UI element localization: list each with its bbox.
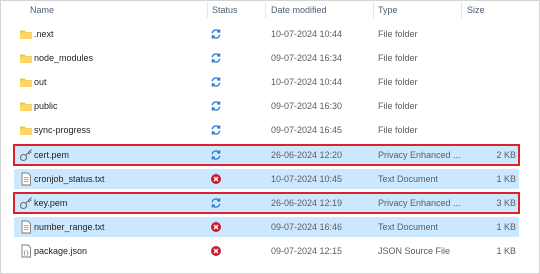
file-size: 1 KB bbox=[496, 246, 516, 256]
column-header-type[interactable]: Type bbox=[378, 3, 398, 17]
file-size bbox=[468, 48, 516, 68]
error-icon bbox=[210, 245, 222, 257]
file-type: Privacy Enhanced ... bbox=[378, 198, 461, 208]
file-row[interactable]: node_modules 09-07-2024 16:34 File folde… bbox=[14, 48, 519, 68]
column-header: Name Status Date modified Type Size bbox=[0, 0, 540, 20]
error-icon bbox=[210, 221, 222, 233]
text-file-icon bbox=[19, 220, 33, 234]
sync-icon bbox=[210, 52, 222, 64]
file-name: sync-progress bbox=[34, 125, 91, 135]
file-name: number_range.txt bbox=[34, 222, 105, 232]
svg-text:{}: {} bbox=[23, 250, 30, 256]
file-row[interactable]: sync-progress 09-07-2024 16:45 File fold… bbox=[14, 120, 519, 140]
json-file-icon: {} bbox=[19, 244, 33, 258]
column-divider[interactable] bbox=[207, 2, 208, 18]
sync-icon bbox=[210, 100, 222, 112]
file-type: Text Document bbox=[378, 222, 439, 232]
file-name: node_modules bbox=[34, 53, 94, 63]
file-type: File folder bbox=[378, 125, 418, 135]
sync-icon bbox=[210, 149, 222, 161]
file-name: package.json bbox=[34, 246, 88, 256]
folder-icon bbox=[19, 27, 33, 41]
file-type: File folder bbox=[378, 101, 418, 111]
file-name: public bbox=[34, 101, 58, 111]
file-row[interactable]: key.pem 26-06-2024 12:19 Privacy Enhance… bbox=[13, 192, 520, 214]
column-header-date-modified[interactable]: Date modified bbox=[271, 3, 327, 17]
sync-icon bbox=[210, 76, 222, 88]
file-type: File folder bbox=[378, 77, 418, 87]
folder-icon bbox=[19, 75, 33, 89]
file-name: cert.pem bbox=[34, 150, 70, 160]
text-file-icon bbox=[19, 172, 33, 186]
file-type: JSON Source File bbox=[378, 246, 451, 256]
sync-icon bbox=[210, 124, 222, 136]
file-row[interactable]: cronjob_status.txt 10-07-2024 10:45 Text… bbox=[14, 169, 519, 189]
file-size bbox=[468, 24, 516, 44]
file-row[interactable]: out 10-07-2024 10:44 File folder bbox=[14, 72, 519, 92]
column-header-name[interactable]: Name bbox=[30, 3, 54, 17]
file-size: 1 KB bbox=[496, 174, 516, 184]
sync-icon bbox=[210, 28, 222, 40]
file-type: File folder bbox=[378, 29, 418, 39]
file-date-modified: 09-07-2024 12:15 bbox=[271, 246, 343, 256]
certificate-file-icon bbox=[19, 148, 33, 162]
column-header-status[interactable]: Status bbox=[212, 3, 238, 17]
file-size bbox=[468, 96, 516, 116]
file-size: 2 KB bbox=[496, 150, 516, 160]
file-type: Privacy Enhanced ... bbox=[378, 150, 461, 160]
column-header-size[interactable]: Size bbox=[467, 3, 485, 17]
column-divider[interactable] bbox=[461, 2, 462, 18]
file-date-modified: 10-07-2024 10:45 bbox=[271, 174, 343, 184]
folder-icon bbox=[19, 123, 33, 137]
file-date-modified: 26-06-2024 12:20 bbox=[271, 150, 343, 160]
column-divider[interactable] bbox=[265, 2, 266, 18]
file-size: 3 KB bbox=[496, 198, 516, 208]
certificate-file-icon bbox=[19, 196, 33, 210]
file-row[interactable]: public 09-07-2024 16:30 File folder bbox=[14, 96, 519, 116]
folder-icon bbox=[19, 99, 33, 113]
file-size: 1 KB bbox=[496, 222, 516, 232]
file-name: cronjob_status.txt bbox=[34, 174, 105, 184]
file-size bbox=[468, 120, 516, 140]
file-type: File folder bbox=[378, 53, 418, 63]
column-divider[interactable] bbox=[373, 2, 374, 18]
file-date-modified: 10-07-2024 10:44 bbox=[271, 77, 343, 87]
file-row[interactable]: .next 10-07-2024 10:44 File folder bbox=[14, 24, 519, 44]
file-row[interactable]: number_range.txt 09-07-2024 16:46 Text D… bbox=[14, 217, 519, 237]
file-date-modified: 09-07-2024 16:34 bbox=[271, 53, 343, 63]
file-row[interactable]: {} package.json 09-07-2024 12:15 JSON So… bbox=[14, 241, 519, 261]
file-date-modified: 10-07-2024 10:44 bbox=[271, 29, 343, 39]
sync-icon bbox=[210, 197, 222, 209]
file-name: key.pem bbox=[34, 198, 68, 208]
file-date-modified: 09-07-2024 16:45 bbox=[271, 125, 343, 135]
file-type: Text Document bbox=[378, 174, 439, 184]
folder-icon bbox=[19, 51, 33, 65]
file-date-modified: 26-06-2024 12:19 bbox=[271, 198, 343, 208]
file-name: .next bbox=[34, 29, 54, 39]
file-row[interactable]: cert.pem 26-06-2024 12:20 Privacy Enhanc… bbox=[13, 144, 520, 166]
error-icon bbox=[210, 173, 222, 185]
file-size bbox=[468, 72, 516, 92]
file-date-modified: 09-07-2024 16:46 bbox=[271, 222, 343, 232]
file-name: out bbox=[34, 77, 47, 87]
file-date-modified: 09-07-2024 16:30 bbox=[271, 101, 343, 111]
